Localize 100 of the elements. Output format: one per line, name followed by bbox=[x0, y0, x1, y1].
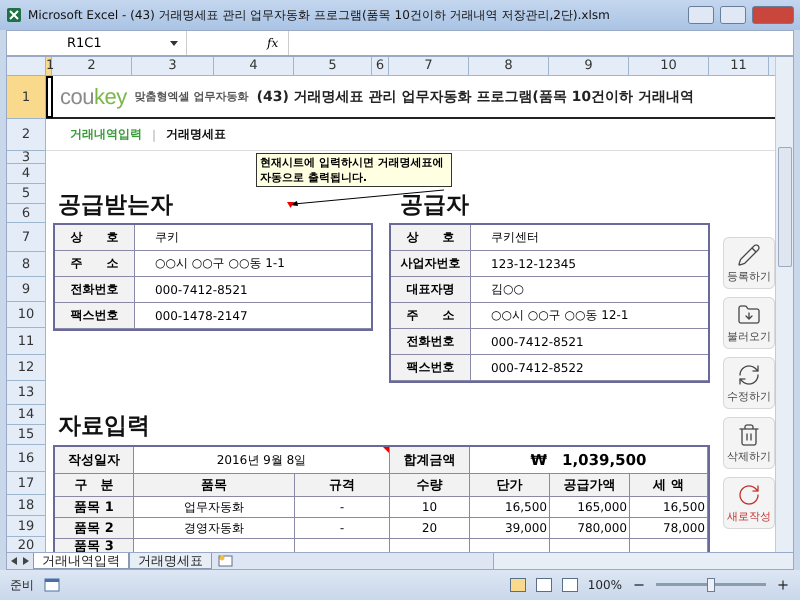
nav-link[interactable]: 거래명세표 bbox=[166, 126, 226, 143]
horizontal-scrollbar[interactable] bbox=[493, 553, 793, 569]
column-header[interactable]: 7 bbox=[389, 57, 469, 75]
table-cell: - bbox=[295, 518, 390, 539]
row-header[interactable]: 16 bbox=[7, 445, 45, 472]
column-header[interactable]: 3 bbox=[132, 57, 214, 75]
table-cell: 165,000 bbox=[550, 497, 630, 518]
macro-record-icon[interactable] bbox=[44, 578, 60, 592]
label-cell: 전화번호 bbox=[55, 277, 135, 303]
zoom-level: 100% bbox=[588, 578, 622, 592]
column-header[interactable]: 6 bbox=[372, 57, 389, 75]
row-label: 품목 1 bbox=[55, 497, 134, 518]
column-header[interactable]: 8 bbox=[469, 57, 549, 75]
row-header[interactable]: 18 bbox=[7, 495, 45, 516]
macro-button[interactable]: 삭제하기 bbox=[723, 417, 775, 469]
sheet-tab[interactable]: 거래명세표 bbox=[129, 553, 212, 569]
name-box[interactable]: R1C1 bbox=[7, 31, 187, 55]
row-header[interactable]: 17 bbox=[7, 472, 45, 495]
maximize-button[interactable] bbox=[720, 6, 746, 24]
value-cell: 쿠키 bbox=[135, 225, 371, 251]
row-header[interactable]: 14 bbox=[7, 405, 45, 425]
label-cell: 팩스번호 bbox=[391, 355, 471, 381]
label-cell: 대표자명 bbox=[391, 277, 471, 303]
nav-separator: | bbox=[152, 128, 156, 142]
normal-view-icon[interactable] bbox=[510, 578, 526, 592]
section-heading: 자료입력 bbox=[57, 412, 150, 440]
macro-button[interactable]: 수정하기 bbox=[723, 357, 775, 409]
row-header[interactable]: 12 bbox=[7, 355, 45, 381]
page-break-icon[interactable] bbox=[562, 578, 578, 592]
table-cell: 10 bbox=[390, 497, 470, 518]
macro-button[interactable]: 등록하기 bbox=[723, 237, 775, 289]
comment-note: 현재시트에 입력하시면 거래명세표에 자동으로 출력됩니다. bbox=[256, 153, 452, 187]
value-cell: 000-7412-8521 bbox=[135, 277, 371, 303]
value-cell: ○○시 ○○구 ○○동 1-1 bbox=[135, 251, 371, 277]
column-heading: 구 분 bbox=[55, 474, 134, 497]
value-cell: 000-1478-2147 bbox=[135, 303, 371, 329]
comment-marker bbox=[287, 202, 294, 208]
spreadsheet-icon bbox=[6, 7, 22, 23]
row-header[interactable]: 9 bbox=[7, 277, 45, 302]
value-cell: ○○시 ○○구 ○○동 12-1 bbox=[471, 303, 708, 329]
label-cell: 주 소 bbox=[391, 303, 471, 329]
column-header[interactable]: 4 bbox=[214, 57, 294, 75]
label-cell: 상 호 bbox=[391, 225, 471, 251]
row-header[interactable]: 5 bbox=[7, 184, 45, 204]
column-header[interactable]: 1 bbox=[46, 57, 52, 75]
label-cell: 사업자번호 bbox=[391, 251, 471, 277]
section-heading: 공급자 bbox=[399, 191, 469, 220]
row-header[interactable]: 7 bbox=[7, 223, 45, 252]
window-title: Microsoft Excel - (43) 거래명세표 관리 업무자동화 프로그램(품목 10건이하 거래내역 저장관리,2단).xlsm bbox=[28, 6, 611, 24]
row-header[interactable]: 10 bbox=[7, 302, 45, 328]
value-cell: 000-7412-8521 bbox=[471, 329, 708, 355]
zoom-in-icon[interactable] bbox=[776, 578, 790, 592]
table-cell: 78,000 bbox=[630, 518, 708, 539]
macro-button[interactable]: 불러오기 bbox=[723, 297, 775, 349]
insert-function-button[interactable]: fx bbox=[257, 36, 288, 50]
sheet-tab[interactable]: 거래내역입력 bbox=[33, 553, 129, 569]
refresh-icon bbox=[737, 362, 761, 386]
folder-icon bbox=[737, 302, 761, 326]
table-cell: 16,500 bbox=[470, 497, 550, 518]
row-header[interactable]: 6 bbox=[7, 204, 45, 223]
row-header[interactable]: 11 bbox=[7, 328, 45, 355]
date-cell: 2016년 9월 8일 bbox=[134, 447, 390, 474]
selected-cell bbox=[46, 76, 53, 118]
column-header[interactable]: 10 bbox=[629, 57, 709, 75]
vertical-scrollbar[interactable] bbox=[775, 57, 793, 552]
status-text: 준비 bbox=[10, 576, 34, 594]
column-header[interactable]: 11 bbox=[709, 57, 769, 75]
row-header[interactable]: 19 bbox=[7, 516, 45, 537]
row-header[interactable]: 8 bbox=[7, 252, 45, 277]
page-layout-icon[interactable] bbox=[536, 578, 552, 592]
row-header[interactable]: 15 bbox=[7, 425, 45, 445]
logo-tagline: 맞춤형엑셀 업무자동화 bbox=[134, 89, 249, 104]
next-sheet-icon[interactable] bbox=[23, 557, 29, 565]
column-heading: 공급가액 bbox=[550, 474, 630, 497]
column-heading: 규격 bbox=[295, 474, 390, 497]
row-header[interactable]: 4 bbox=[7, 164, 45, 184]
table-cell: 39,000 bbox=[470, 518, 550, 539]
label-cell: 합계금액 bbox=[390, 447, 470, 474]
table-cell: - bbox=[295, 497, 390, 518]
table-cell: 경영자동화 bbox=[134, 518, 295, 539]
row-header[interactable]: 3 bbox=[7, 151, 45, 164]
column-heading: 수량 bbox=[390, 474, 470, 497]
row-header[interactable]: 2 bbox=[7, 119, 45, 151]
label-cell: 전화번호 bbox=[391, 329, 471, 355]
label-cell: 주 소 bbox=[55, 251, 135, 277]
minimize-button[interactable] bbox=[688, 6, 714, 24]
nav-link[interactable]: 거래내역입력 bbox=[70, 126, 142, 143]
row-header[interactable]: 1 bbox=[7, 76, 45, 119]
table-cell: 20 bbox=[390, 518, 470, 539]
section-heading: 공급받는자 bbox=[57, 191, 173, 220]
value-cell: 123-12-12345 bbox=[471, 251, 708, 277]
value-cell: 쿠키센터 bbox=[471, 225, 708, 251]
macro-button[interactable]: 새로작성 bbox=[723, 477, 775, 529]
column-header[interactable]: 9 bbox=[549, 57, 629, 75]
column-header[interactable]: 5 bbox=[294, 57, 372, 75]
table-cell: 780,000 bbox=[550, 518, 630, 539]
previous-sheet-icon[interactable] bbox=[11, 557, 17, 565]
row-header[interactable]: 13 bbox=[7, 381, 45, 405]
column-heading: 품목 bbox=[134, 474, 295, 497]
column-header[interactable]: 2 bbox=[52, 57, 132, 75]
